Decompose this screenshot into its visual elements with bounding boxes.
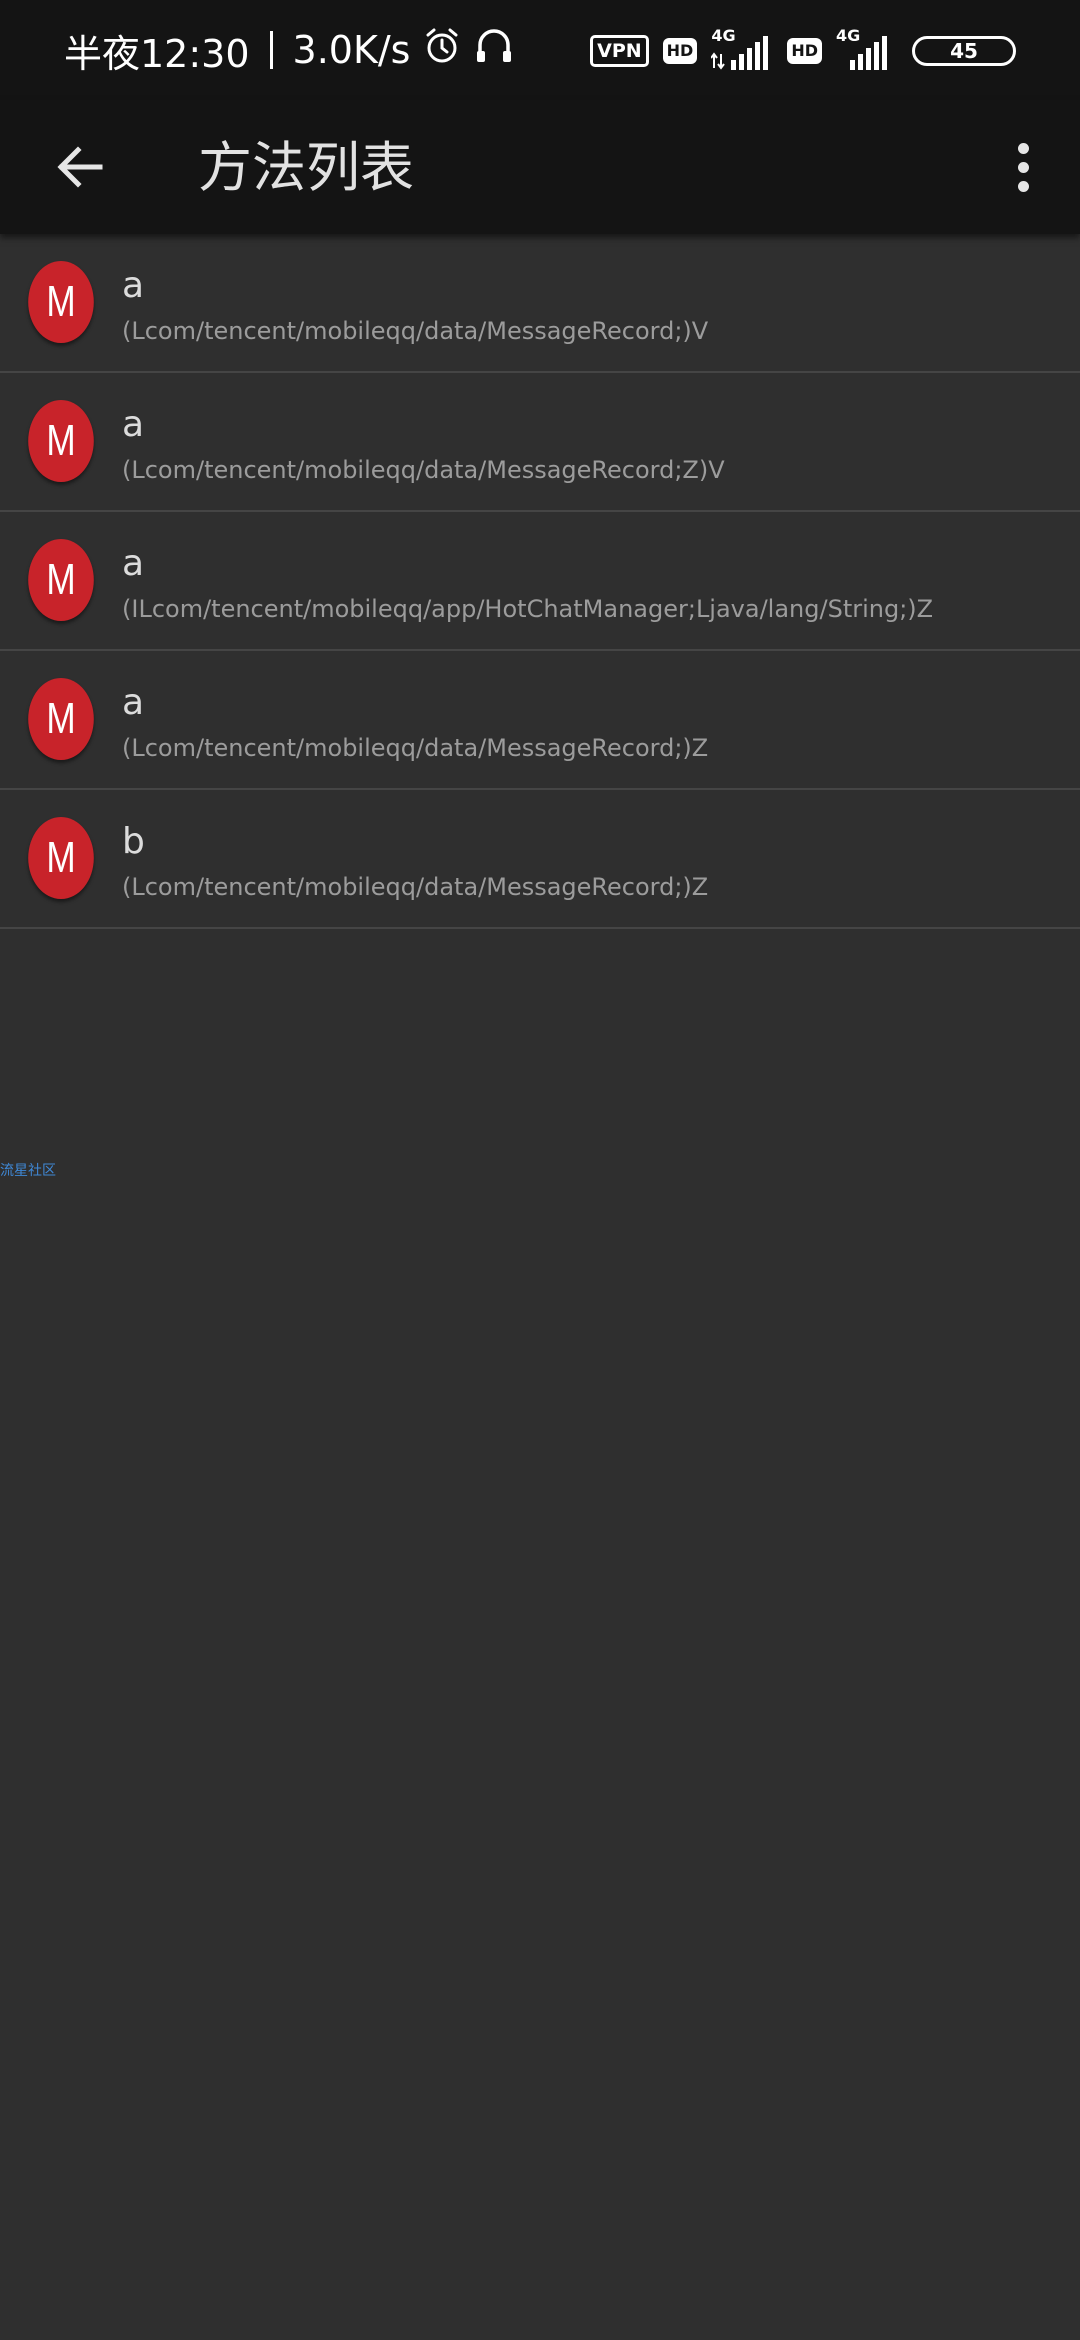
- arrow-left-icon: [57, 146, 103, 188]
- clock: 半夜12:30: [64, 31, 250, 76]
- method-signature: (Lcom/tencent/mobileqq/data/MessageRecor…: [122, 456, 725, 484]
- method-name: a: [122, 404, 145, 445]
- battery-level: 45: [950, 39, 978, 63]
- signal-icon-2: 4G: [836, 26, 898, 72]
- method-list: M a (Lcom/tencent/mobileqq/data/MessageR…: [0, 234, 1080, 929]
- method-signature: (Lcom/tencent/mobileqq/data/MessageRecor…: [122, 873, 709, 901]
- method-avatar: M: [28, 400, 94, 482]
- signal-icon-1: 4G: [711, 26, 773, 72]
- method-signature: (ILcom/tencent/mobileqq/app/HotChatManag…: [122, 595, 934, 623]
- page-title: 方法列表: [198, 136, 414, 199]
- list-item[interactable]: M a (Lcom/tencent/mobileqq/data/MessageR…: [0, 651, 1080, 790]
- network-speed: 3.0K/s: [292, 28, 411, 72]
- headset-icon: [474, 27, 514, 74]
- alarm-icon: [424, 27, 460, 74]
- method-signature: (Lcom/tencent/mobileqq/data/MessageRecor…: [122, 734, 709, 762]
- method-avatar: M: [28, 817, 94, 899]
- status-bar-right: VPN HD 4G HD 4G 45: [590, 26, 1016, 72]
- hd-badge-2: HD: [787, 38, 822, 64]
- back-button[interactable]: [40, 127, 120, 207]
- status-bar: 半夜12:30 3.0K/s VPN HD 4G HD 4G 45: [0, 0, 1080, 100]
- method-name: a: [122, 543, 145, 584]
- list-item[interactable]: M a (Lcom/tencent/mobileqq/data/MessageR…: [0, 234, 1080, 373]
- list-item[interactable]: M a (Lcom/tencent/mobileqq/data/MessageR…: [0, 373, 1080, 512]
- method-avatar: M: [28, 261, 94, 343]
- method-signature: (Lcom/tencent/mobileqq/data/MessageRecor…: [122, 317, 709, 345]
- more-options-button[interactable]: [988, 127, 1058, 207]
- watermark-text: 流星社区: [0, 1163, 56, 1179]
- method-avatar: M: [28, 678, 94, 760]
- status-separator: [269, 31, 273, 69]
- app-toolbar: 方法列表: [0, 100, 1080, 234]
- vpn-badge: VPN: [590, 35, 649, 67]
- method-name: b: [122, 821, 145, 862]
- more-vert-icon: [1017, 142, 1029, 154]
- method-avatar: M: [28, 539, 94, 621]
- method-name: a: [122, 265, 145, 306]
- status-bar-left: 半夜12:30 3.0K/s: [64, 24, 514, 76]
- method-name: a: [122, 682, 145, 723]
- list-item[interactable]: M b (Lcom/tencent/mobileqq/data/MessageR…: [0, 790, 1080, 929]
- list-item[interactable]: M a (ILcom/tencent/mobileqq/app/HotChatM…: [0, 512, 1080, 651]
- hd-badge-1: HD: [662, 38, 698, 64]
- battery-icon: 45: [912, 36, 1016, 66]
